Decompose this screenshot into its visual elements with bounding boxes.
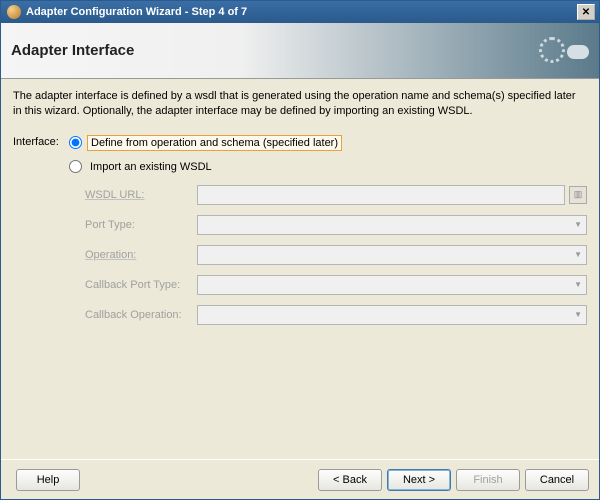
chevron-down-icon: ▼ — [574, 310, 582, 319]
wsdl-sub-form: WSDL URL: ▥ Port Type: ▼ Operation: ▼ Ca… — [85, 185, 587, 325]
wsdl-url-label: WSDL URL: — [85, 189, 197, 201]
radio-define-label: Define from operation and schema (specif… — [87, 135, 342, 151]
page-heading: Adapter Interface — [11, 42, 134, 59]
radio-import[interactable]: Import an existing WSDL — [69, 157, 587, 177]
title-bar: Adapter Configuration Wizard - Step 4 of… — [1, 1, 599, 23]
port-type-label: Port Type: — [85, 219, 197, 231]
interface-radio-group: Define from operation and schema (specif… — [69, 133, 587, 181]
app-icon — [7, 5, 21, 19]
wizard-footer: Help < Back Next > Finish Cancel — [1, 459, 599, 499]
back-button[interactable]: < Back — [318, 469, 382, 491]
radio-import-input[interactable] — [69, 160, 82, 173]
callback-port-type-field: Callback Port Type: ▼ — [85, 275, 587, 295]
finish-button[interactable]: Finish — [456, 469, 520, 491]
close-button[interactable]: ✕ — [577, 4, 595, 20]
wizard-header: Adapter Interface — [1, 23, 599, 79]
port-type-field: Port Type: ▼ — [85, 215, 587, 235]
callback-operation-label: Callback Operation: — [85, 309, 197, 321]
header-graphic — [529, 33, 589, 69]
description-text: The adapter interface is defined by a ws… — [13, 89, 587, 119]
window-title: Adapter Configuration Wizard - Step 4 of… — [26, 6, 577, 18]
chevron-down-icon: ▼ — [574, 280, 582, 289]
gear-icon — [539, 37, 565, 63]
operation-combo[interactable]: ▼ — [197, 245, 587, 265]
browse-icon[interactable]: ▥ — [569, 186, 587, 204]
chevron-down-icon: ▼ — [574, 250, 582, 259]
radio-import-label: Import an existing WSDL — [87, 160, 215, 174]
help-button[interactable]: Help — [16, 469, 80, 491]
interface-row: Interface: Define from operation and sch… — [13, 133, 587, 181]
callback-port-type-label: Callback Port Type: — [85, 279, 197, 291]
callback-port-type-combo[interactable]: ▼ — [197, 275, 587, 295]
chevron-down-icon: ▼ — [574, 220, 582, 229]
radio-define-input[interactable] — [69, 136, 82, 149]
callback-operation-field: Callback Operation: ▼ — [85, 305, 587, 325]
next-button[interactable]: Next > — [387, 469, 451, 491]
plug-icon — [567, 45, 589, 59]
wsdl-url-input[interactable] — [197, 185, 565, 205]
wizard-content: The adapter interface is defined by a ws… — [1, 79, 599, 459]
operation-label: Operation: — [85, 249, 197, 261]
radio-define[interactable]: Define from operation and schema (specif… — [69, 133, 587, 153]
wsdl-url-field: WSDL URL: ▥ — [85, 185, 587, 205]
callback-operation-combo[interactable]: ▼ — [197, 305, 587, 325]
interface-label: Interface: — [13, 133, 69, 148]
operation-field: Operation: ▼ — [85, 245, 587, 265]
port-type-combo[interactable]: ▼ — [197, 215, 587, 235]
cancel-button[interactable]: Cancel — [525, 469, 589, 491]
